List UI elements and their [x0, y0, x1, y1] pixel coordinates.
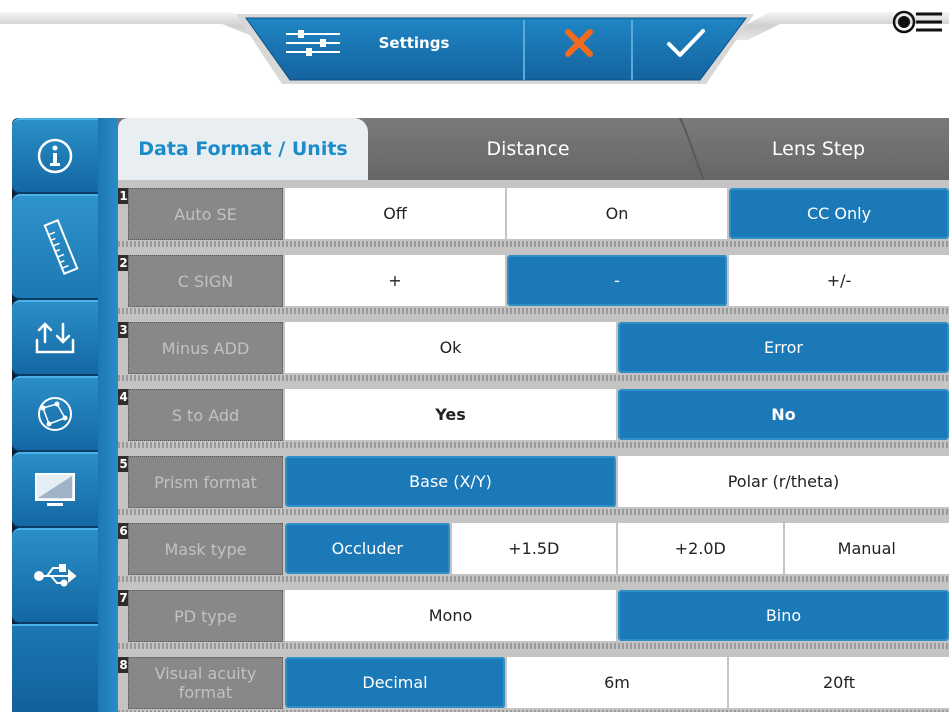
- row-label: C SIGN: [128, 255, 283, 307]
- sidebar-filler: [12, 624, 98, 712]
- row-label: S to Add: [128, 389, 283, 441]
- tab-label: Data Format / Units: [138, 138, 348, 160]
- usb-icon: [34, 564, 77, 587]
- option-group: Ok Error: [285, 322, 949, 373]
- option-button[interactable]: Error: [618, 322, 949, 373]
- option-button[interactable]: On: [507, 188, 729, 239]
- settings-row: 2C SIGN + - +/-: [118, 247, 949, 314]
- settings-row: 8 Visual acuity format Decimal 6m 20ft: [118, 649, 949, 712]
- option-button[interactable]: 20ft: [729, 657, 949, 708]
- option-button[interactable]: Yes: [285, 389, 618, 440]
- tab-data-format-units[interactable]: Data Format / Units: [118, 118, 368, 180]
- option-group: Occluder +1.5D +2.0D Manual: [285, 523, 949, 574]
- menu-icon: [892, 10, 942, 34]
- monitor-icon: [35, 473, 75, 506]
- option-group: + - +/-: [285, 255, 949, 306]
- row-label: Prism format: [128, 456, 283, 508]
- row-label: Minus ADD: [128, 322, 283, 374]
- tab-label: Distance: [486, 138, 570, 160]
- sidebar-item-display[interactable]: [12, 452, 98, 528]
- settings-row: 4S to Add Yes No: [118, 381, 949, 448]
- row-label: Auto SE: [128, 188, 283, 240]
- option-button[interactable]: Occluder: [285, 523, 452, 574]
- ruler-icon: [43, 218, 79, 276]
- sidebar: [12, 118, 110, 712]
- close-icon: [565, 29, 593, 57]
- settings-row: 6 Mask type Occluder +1.5D +2.0D Manual: [118, 515, 949, 582]
- row-label: Visual acuity format: [128, 657, 283, 709]
- confirm-button[interactable]: [636, 16, 736, 70]
- option-button[interactable]: Decimal: [285, 657, 507, 708]
- option-button[interactable]: CC Only: [729, 188, 949, 239]
- row-label: Mask type: [128, 523, 283, 575]
- option-button[interactable]: Base (X/Y): [285, 456, 618, 507]
- tab-distance[interactable]: Distance: [368, 118, 688, 180]
- option-button[interactable]: Mono: [285, 590, 618, 641]
- menu-button[interactable]: [890, 4, 946, 38]
- option-button[interactable]: +2.0D: [618, 523, 785, 574]
- tab-lens-step[interactable]: Lens Step: [688, 118, 949, 180]
- settings-label: Settings: [378, 34, 450, 52]
- option-button[interactable]: 6m: [507, 657, 729, 708]
- settings-row: 3 Minus ADD Ok Error: [118, 314, 949, 381]
- network-icon: [38, 397, 72, 431]
- sidebar-item-transfer[interactable]: [12, 300, 98, 376]
- option-button[interactable]: No: [618, 389, 949, 440]
- settings-list: 1 Auto SE Off On CC Only 2 C SIGN + - +/- 3 Minus A…: [118, 180, 949, 712]
- option-button[interactable]: Bino: [618, 590, 949, 641]
- option-group: Mono Bino: [285, 590, 949, 641]
- top-toolbar: Settings: [0, 0, 949, 90]
- settings-row: 7 PD type Mono Bino: [118, 582, 949, 649]
- settings-button[interactable]: Settings: [276, 16, 516, 70]
- cancel-button[interactable]: [526, 16, 632, 70]
- settings-row: 5 Prism format Base (X/Y) Polar (r/theta): [118, 448, 949, 515]
- option-group: Base (X/Y) Polar (r/theta): [285, 456, 949, 507]
- option-button[interactable]: +/-: [729, 255, 949, 306]
- option-button[interactable]: Manual: [784, 523, 949, 574]
- option-button[interactable]: Off: [285, 188, 507, 239]
- option-button[interactable]: -: [507, 255, 729, 306]
- row-label: PD type: [128, 590, 283, 642]
- option-group: Yes No: [285, 389, 949, 440]
- option-group: Off On CC Only: [285, 188, 949, 239]
- transfer-icon: [35, 322, 75, 354]
- sidebar-strip: [98, 118, 118, 712]
- option-button[interactable]: Ok: [285, 322, 618, 373]
- sidebar-item-info[interactable]: [12, 118, 98, 194]
- option-button[interactable]: +1.5D: [451, 523, 618, 574]
- option-button[interactable]: +: [285, 255, 507, 306]
- sidebar-item-measurement[interactable]: [12, 194, 110, 300]
- info-icon: [37, 138, 73, 174]
- check-icon: [667, 29, 705, 57]
- tab-bar: Data Format / Units Distance Lens Step: [118, 118, 949, 180]
- option-button[interactable]: Polar (r/theta): [618, 456, 949, 507]
- settings-row: 1 Auto SE Off On CC Only: [118, 180, 949, 247]
- tab-label: Lens Step: [771, 138, 866, 160]
- sidebar-item-usb[interactable]: [12, 528, 98, 624]
- sliders-icon: [286, 30, 340, 56]
- option-group: Decimal 6m 20ft: [285, 657, 949, 708]
- sidebar-item-network[interactable]: [12, 376, 98, 452]
